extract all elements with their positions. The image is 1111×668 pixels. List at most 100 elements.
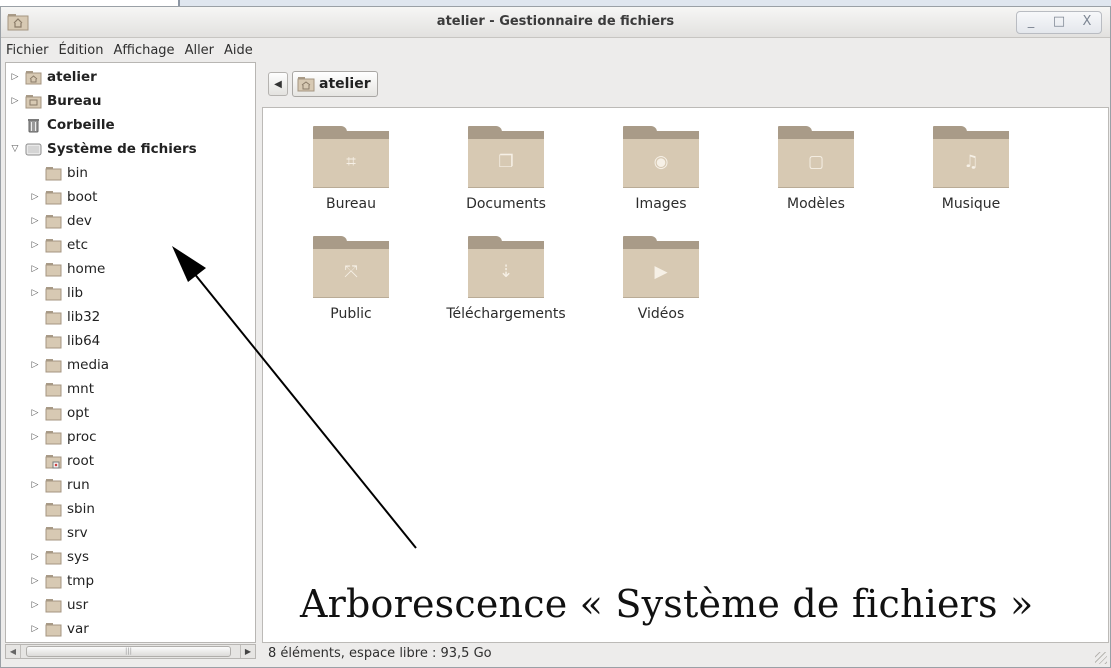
file-item-modèles[interactable]: ▢ Modèles [741,122,891,212]
expander-arrow-icon[interactable]: ▷ [29,360,41,370]
file-item-label: Modèles [787,196,845,212]
file-item-vidéos[interactable]: ▶ Vidéos [586,232,736,322]
sidebar-item-label: bin [67,165,88,181]
sidebar-item-root[interactable]: root [29,449,94,473]
folder-icon [45,526,62,541]
resize-grip[interactable] [1095,652,1107,664]
file-item-musique[interactable]: ♫ Musique [896,122,1046,212]
minimize-button[interactable]: _ [1017,12,1045,33]
expander-arrow-icon[interactable]: ▷ [29,216,41,226]
folder-icon [45,334,62,349]
sidebar-item-label: proc [67,429,97,445]
sidebar-item-srv[interactable]: srv [29,521,88,545]
sidebar-item-label: root [67,453,95,469]
sidebar-item-boot[interactable]: ▷ boot [29,185,98,209]
sidebar-item-bureau[interactable]: ▷ Bureau [9,89,102,113]
expander-arrow-icon[interactable]: ▷ [29,552,41,562]
folder-icon [45,190,62,205]
menu-edition[interactable]: Édition [54,43,109,58]
sidebar-item-label: atelier [47,69,97,85]
file-item-label: Musique [941,196,1001,212]
expander-arrow-icon[interactable]: ▷ [9,96,21,106]
folder-icon [45,622,62,637]
menu-aller[interactable]: Aller [180,43,219,58]
sidebar-item-label: run [67,477,90,493]
folder-icon [45,598,62,613]
file-item-documents[interactable]: ❐ Documents [431,122,581,212]
status-bar-text: 8 éléments, espace libre : 93,5 Go [268,646,492,661]
templates-folder-icon: ▢ [778,122,854,188]
scroll-right-button[interactable]: ▶ [240,645,255,658]
expander-arrow-icon[interactable]: ▷ [29,624,41,634]
path-back-button[interactable]: ◀ [268,72,288,96]
expander-arrow-icon[interactable]: ▷ [29,600,41,610]
drive-icon [25,142,42,157]
sidebar-item-run[interactable]: ▷ run [29,473,90,497]
file-item-public[interactable]: ⤧ Public [276,232,426,322]
sidebar-item-label: home [67,261,106,277]
folder-icon [45,166,62,181]
sidebar-item-mnt[interactable]: mnt [29,377,94,401]
title-bar[interactable]: atelier - Gestionnaire de fichiers _ □ X [1,7,1110,38]
menu-affichage[interactable]: Affichage [108,43,179,58]
menu-bar: Fichier Édition Affichage Aller Aide [1,38,1110,62]
folder-icon [45,406,62,421]
folder-icon [45,310,62,325]
file-view[interactable]: ⌗ Bureau ❐ Documents ◉ Images ▢ Modèles ♫ Musique… [262,107,1109,643]
sidebar-item-proc[interactable]: ▷ proc [29,425,97,449]
sidebar-item-var[interactable]: ▷ var [29,617,89,641]
scroll-left-button[interactable]: ◀ [6,645,21,658]
sidebar-horizontal-scrollbar[interactable]: ◀ ||| ▶ [5,644,256,659]
sidebar-item-tmp[interactable]: ▷ tmp [29,569,94,593]
folder-icon [45,550,62,565]
expander-arrow-icon[interactable]: ▷ [29,480,41,490]
home-folder-icon [25,70,42,85]
sidebar-item-home[interactable]: ▷ home [29,257,106,281]
sidebar-item-lib64[interactable]: lib64 [29,329,100,353]
folder-icon [45,382,62,397]
sidebar-item-media[interactable]: ▷ media [29,353,110,377]
sidebar-item-label: lib64 [67,333,101,349]
expander-arrow-icon[interactable]: ▷ [29,408,41,418]
folder-icon [45,478,62,493]
expander-arrow-icon[interactable]: ▷ [29,264,41,274]
sidebar-tree[interactable]: ▷ atelier ▷ Bureau Corbeille ▽ Système de fich… [5,62,256,643]
sidebar-item-sbin[interactable]: sbin [29,497,95,521]
folder-icon [45,214,62,229]
sidebar-item-lib[interactable]: ▷ lib [29,281,84,305]
file-item-téléchargements[interactable]: ⇣ Téléchargements [431,232,581,322]
menu-aide[interactable]: Aide [219,43,258,58]
sidebar-item-label: mnt [67,381,94,397]
sidebar-item-dev[interactable]: ▷ dev [29,209,92,233]
sidebar-item-lib32[interactable]: lib32 [29,305,100,329]
sidebar-item-système-de-fichiers[interactable]: ▽ Système de fichiers [9,137,197,161]
expander-arrow-icon[interactable]: ▽ [9,144,21,154]
sidebar-item-etc[interactable]: ▷ etc [29,233,89,257]
sidebar-item-corbeille[interactable]: Corbeille [9,113,115,137]
music-folder-icon: ♫ [933,122,1009,188]
close-button[interactable]: X [1073,12,1101,33]
expander-arrow-icon[interactable]: ▷ [29,240,41,250]
expander-arrow-icon[interactable]: ▷ [29,576,41,586]
scrollbar-thumb[interactable]: ||| [26,646,231,657]
sidebar-item-usr[interactable]: ▷ usr [29,593,89,617]
sidebar-item-label: usr [67,597,89,613]
menu-fichier[interactable]: Fichier [1,43,54,58]
sidebar-item-atelier[interactable]: ▷ atelier [9,65,97,89]
folder-icon [45,358,62,373]
sidebar-item-bin[interactable]: bin [29,161,88,185]
window-controls: _ □ X [1016,11,1102,34]
expander-arrow-icon[interactable]: ▷ [29,192,41,202]
expander-arrow-icon[interactable]: ▷ [29,288,41,298]
expander-arrow-icon[interactable]: ▷ [9,72,21,82]
desktop-folder-icon [25,94,42,109]
maximize-button[interactable]: □ [1045,12,1073,33]
file-item-bureau[interactable]: ⌗ Bureau [276,122,426,212]
file-item-images[interactable]: ◉ Images [586,122,736,212]
videos-folder-icon: ▶ [623,232,699,298]
expander-arrow-icon[interactable]: ▷ [29,432,41,442]
path-button-atelier[interactable]: atelier [292,71,378,97]
path-bar: ◀ atelier [268,71,378,97]
sidebar-item-opt[interactable]: ▷ opt [29,401,90,425]
sidebar-item-sys[interactable]: ▷ sys [29,545,90,569]
